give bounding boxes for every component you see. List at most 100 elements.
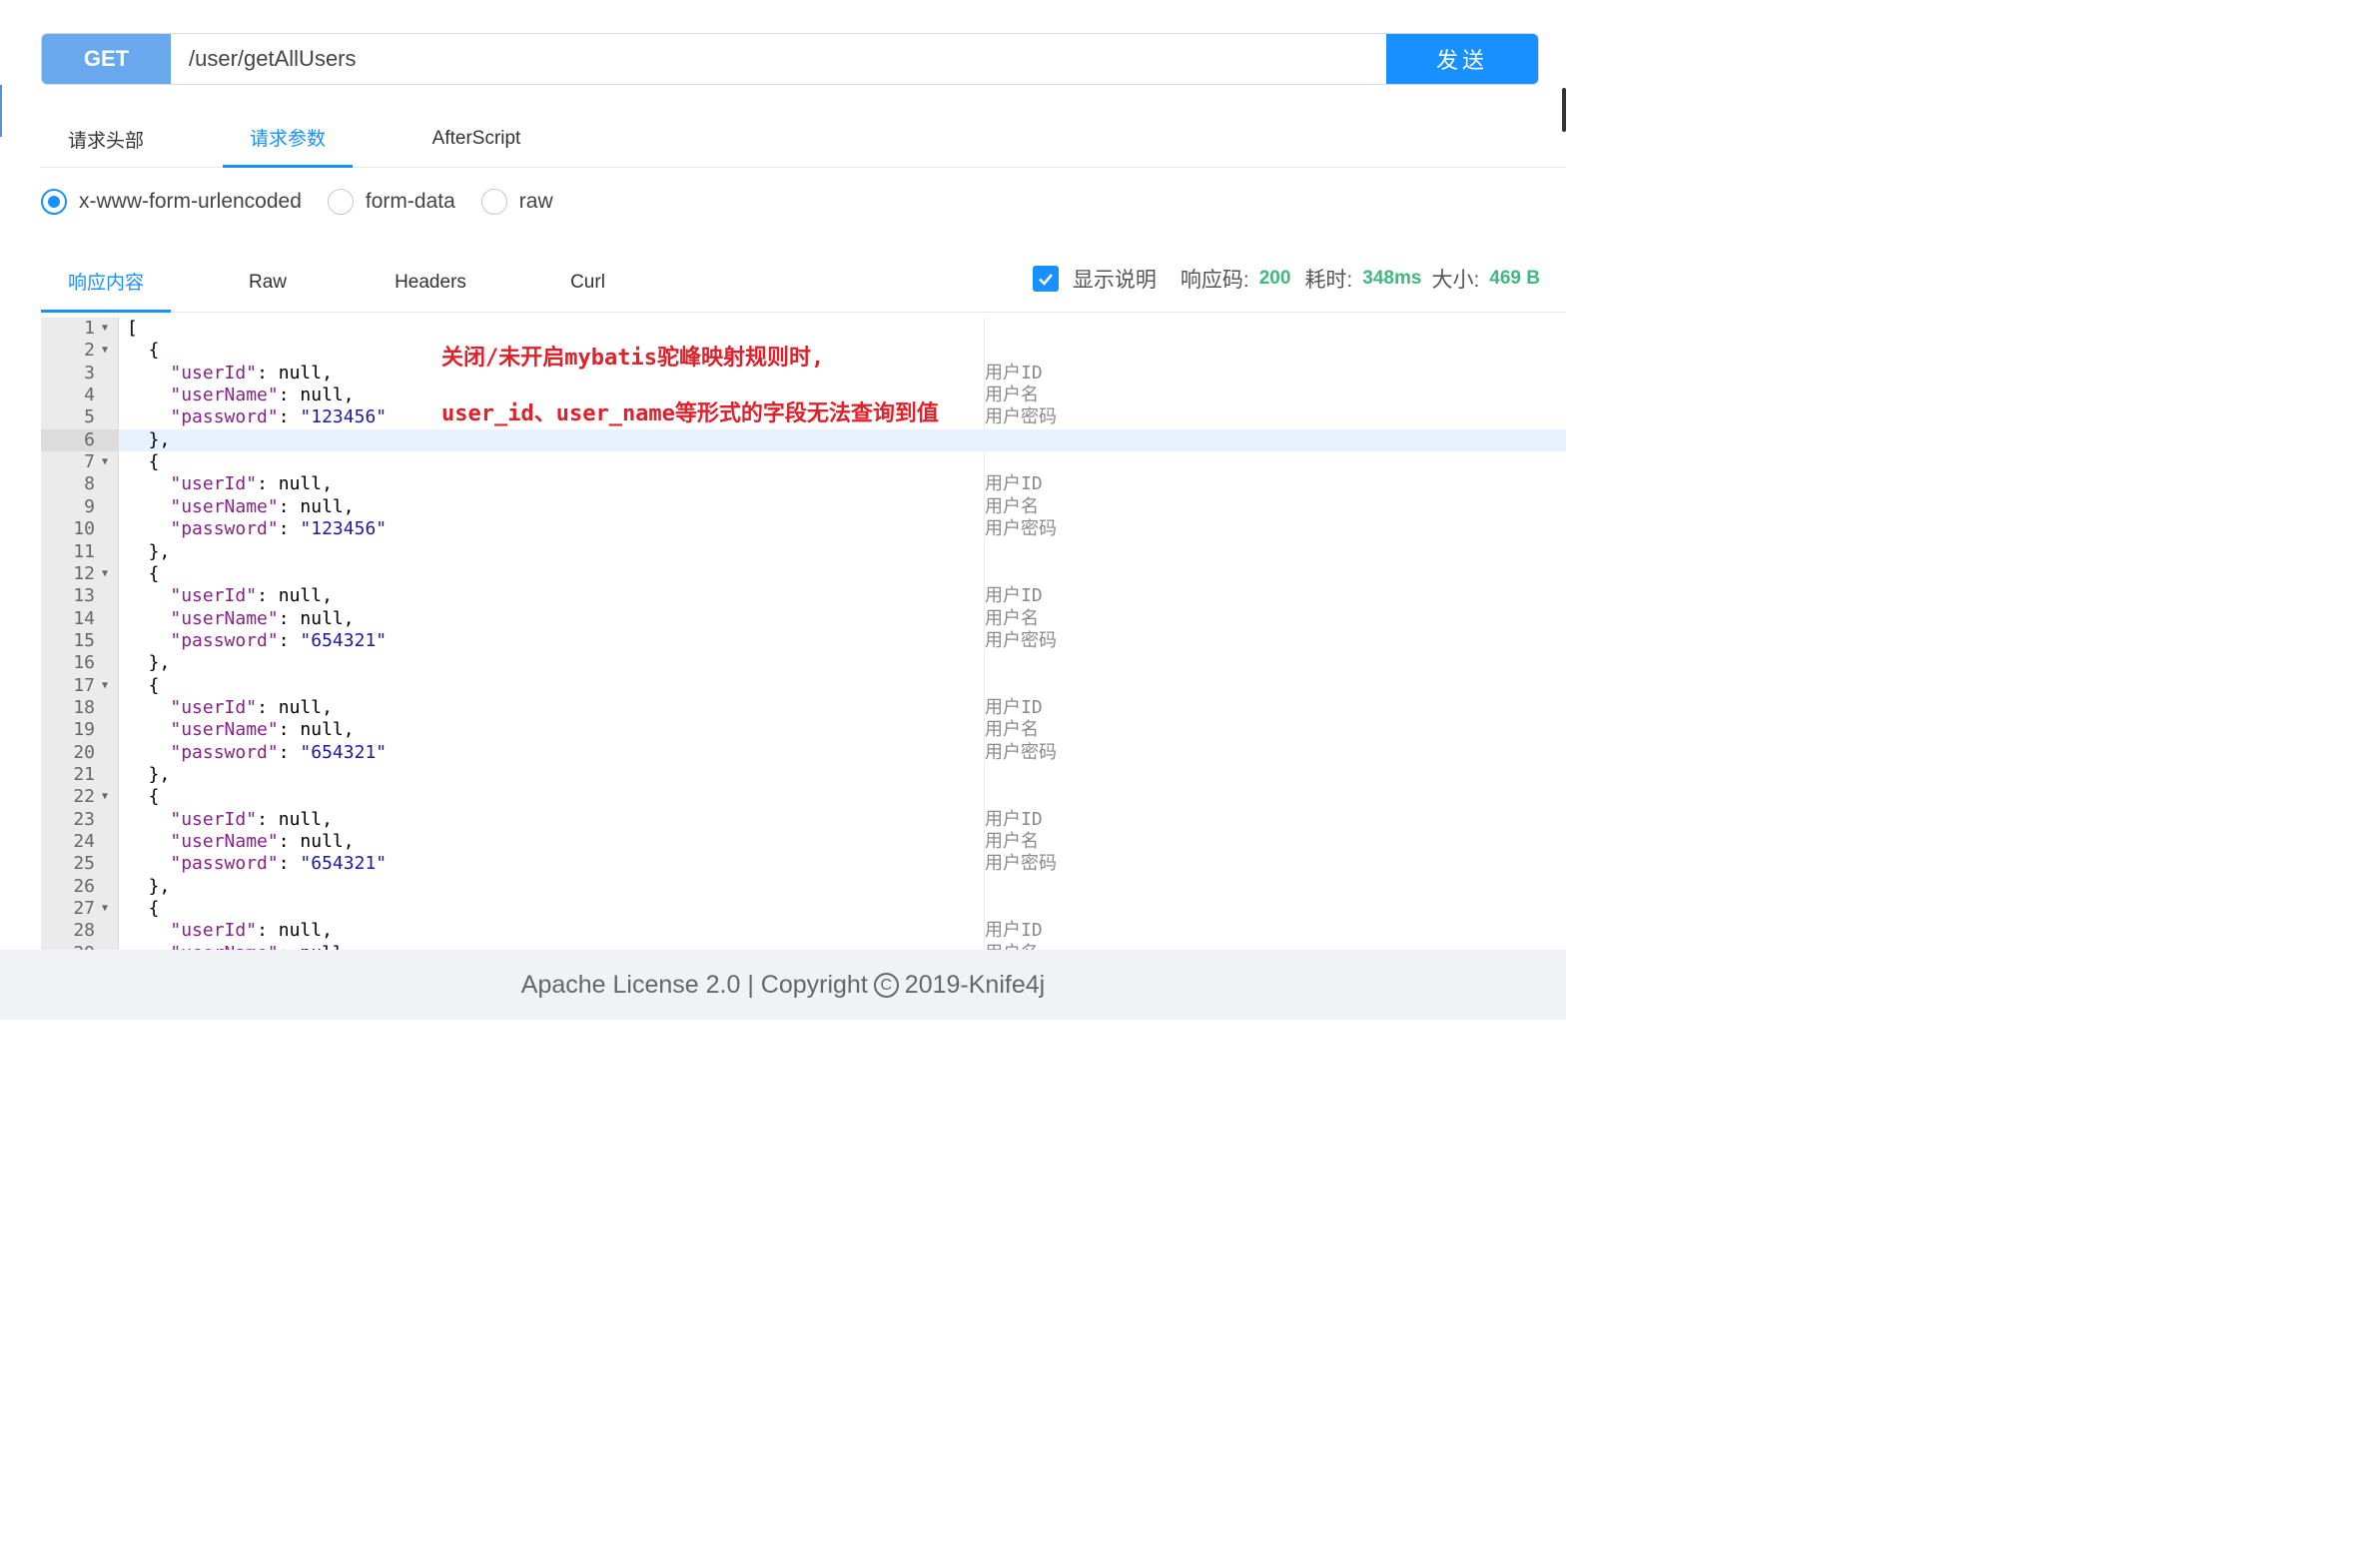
code-text: { [127,674,160,696]
fold-arrow-icon[interactable]: ▼ [102,340,108,362]
line-number: 28 [73,920,95,942]
code-text: "password": "654321" [170,741,388,763]
line-number: 16 [73,652,95,674]
code-line: 13 用户ID "userId": null, [41,585,1566,607]
code-text: "userId": null, [170,473,333,495]
copyright-icon: C [873,972,899,998]
code-line: 9 用户名 "userName": null, [41,496,1566,518]
line-number: 11 [73,540,95,562]
json-key: "userName" [170,719,279,741]
json-key: "userName" [170,495,279,517]
json-null-value: null [300,943,343,950]
http-method-badge[interactable]: GET [42,34,171,84]
fold-arrow-icon[interactable]: ▼ [102,451,108,473]
json-null-value: null [278,362,323,384]
code-text: "userId": null, [170,362,333,384]
line-number: 23 [73,808,95,830]
fold-arrow-icon[interactable]: ▼ [102,318,108,340]
code-text: "userId": null, [170,585,333,607]
url-input[interactable]: /user/getAllUsers [171,34,1386,84]
radio-checked-icon [41,189,67,215]
json-null-value: null [278,920,323,942]
code-text: "userId": null, [170,808,333,830]
line-number: 8 [84,473,95,495]
fold-arrow-icon[interactable]: ▼ [102,675,108,697]
tab-request-params[interactable]: 请求参数 [223,110,353,168]
field-description: 用户名 [985,719,1039,741]
radio-form-data[interactable]: form-data [327,189,455,215]
code-line: 1 ▼[ [41,318,1566,340]
json-null-value: null [300,719,344,741]
tab-response-curl[interactable]: Curl [555,252,620,313]
code-line: 11 }, [41,541,1566,563]
code-text: { [127,451,160,473]
line-number: 25 [73,853,95,875]
code-line: 17 ▼ { [41,675,1566,697]
line-number: 18 [73,696,95,718]
fold-arrow-icon[interactable]: ▼ [102,786,108,808]
code-text: "userName": null, [170,385,355,406]
field-description: 用户ID [985,585,1043,607]
request-bar: GET /user/getAllUsers 发送 [41,33,1539,85]
radio-x-www-form-urlencoded[interactable]: x-www-form-urlencoded [41,189,302,215]
code-line: 7 ▼ { [41,451,1566,473]
json-key: "userId" [170,362,258,384]
code-text: "userName": null, [170,719,355,741]
response-size-value: 469 B [1489,268,1540,289]
body-type-radio-group: x-www-form-urlencoded form-data raw [41,186,579,218]
json-key: "userId" [170,696,258,718]
fold-arrow-icon[interactable]: ▼ [102,898,108,920]
tab-response-headers[interactable]: Headers [381,252,480,313]
json-key: "userId" [170,808,258,830]
field-description: 用户名 [985,607,1039,629]
code-line: 25 用户密码 "password": "654321" [41,853,1566,875]
status-code-label: 响应码: [1180,269,1249,292]
json-key: "userName" [170,831,279,853]
fold-arrow-icon[interactable]: ▼ [102,563,108,585]
line-number: 3 [84,362,95,384]
field-description: 用户ID [985,473,1043,495]
code-line: 18 用户ID "userId": null, [41,697,1566,719]
check-icon [1038,274,1053,286]
tab-response-raw[interactable]: Raw [223,252,313,313]
code-text: "userName": null, [127,943,354,950]
tab-afterscript[interactable]: AfterScript [410,110,542,168]
field-description: 用户名 [985,831,1039,853]
json-key: "userName" [170,385,279,406]
tab-response-content[interactable]: 响应内容 [41,252,171,313]
response-meta: 显示说明 响应码: 200 耗时: 348ms 大小: 469 B [1032,264,1540,294]
field-description: 用户ID [985,920,1043,942]
line-number: 19 [73,719,95,741]
annotation-line-1: 关闭/未开启mybatis驼峰映射规则时, [441,346,825,371]
radio-label: form-data [365,190,455,213]
line-number: 24 [73,831,95,853]
code-line: 21 }, [41,764,1566,786]
tab-request-headers[interactable]: 请求头部 [41,110,171,168]
window-edge-mark [0,85,2,137]
json-key: "userId" [170,585,258,607]
code-text: "userName": null, [170,607,355,629]
code-text: "userId": null, [170,920,333,942]
code-text: { [127,562,160,584]
json-key: "userId" [170,920,258,942]
json-string-value: "654321" [300,853,388,875]
json-key: "password" [170,853,279,875]
code-line: 22 ▼ { [41,786,1566,808]
code-text: "userName": null, [170,831,355,853]
json-key: "userName" [170,607,279,629]
code-text: "password": "123456" [170,518,388,540]
send-button[interactable]: 发送 [1386,34,1538,84]
code-line: 14 用户名 "userName": null, [41,608,1566,630]
line-number: 9 [84,495,95,517]
field-description: 用户名 [985,495,1039,517]
field-description: 用户ID [985,696,1043,718]
code-line: 19 用户名 "userName": null, [41,719,1566,741]
radio-label: raw [518,190,553,213]
response-size-label: 大小: [1431,269,1480,292]
radio-raw[interactable]: raw [480,189,553,215]
line-number: 10 [73,518,95,540]
json-null-value: null [300,607,344,629]
response-tabs: 响应内容 Raw Headers Curl 显示说明 响应码: 200 耗时: … [41,252,1566,313]
line-number: 5 [84,406,95,428]
show-description-checkbox[interactable] [1032,266,1059,292]
